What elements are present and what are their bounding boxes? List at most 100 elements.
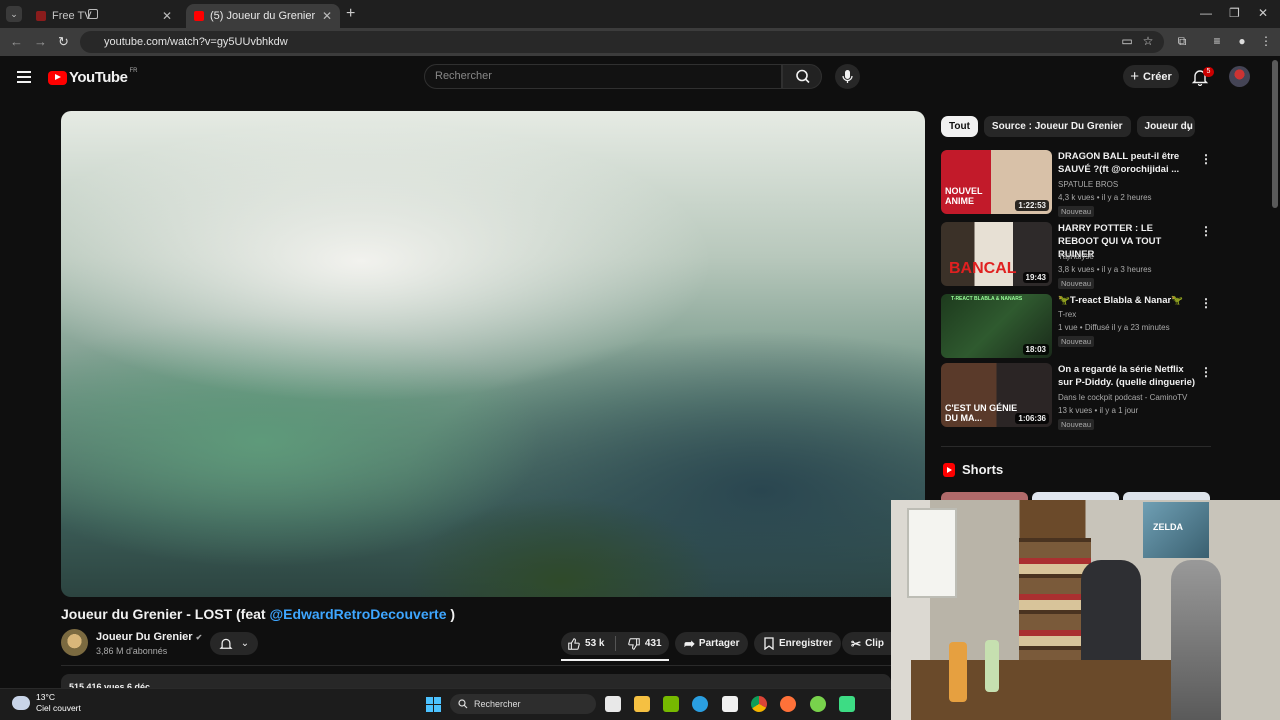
account-avatar[interactable] [1229, 66, 1250, 87]
channel-name[interactable]: SPATULE BROS [1058, 180, 1118, 189]
firefox-icon[interactable] [780, 696, 796, 712]
url-field[interactable]: youtube.com/watch?v=gy5UUvbhkdw [80, 31, 1164, 53]
search-input[interactable]: Rechercher [424, 64, 782, 89]
video-duration: 1:06:36 [1015, 413, 1049, 424]
nvidia-icon[interactable] [663, 696, 679, 712]
video-thumbnail[interactable]: C'EST UN GÉNIE DU MA... 1:06:36 [941, 363, 1052, 427]
video-title[interactable]: On a regardé la série Netflix sur P-Didd… [1058, 363, 1196, 389]
profile-icon[interactable]: ● [1235, 34, 1249, 48]
utorrent-icon[interactable] [810, 696, 826, 712]
clip-button[interactable]: ✂ Clip [842, 632, 891, 655]
like-button[interactable]: 53 k [561, 632, 611, 655]
close-tab-icon[interactable]: ✕ [322, 9, 332, 23]
weather-condition: Ciel couvert [36, 703, 81, 713]
logo-text: YouTube [69, 69, 128, 86]
chrome-icon[interactable] [751, 696, 767, 712]
search-icon [458, 699, 468, 709]
weather-widget[interactable]: 13°C Ciel couvert [12, 692, 81, 714]
bookmark-star-icon[interactable]: ☆ [1141, 34, 1155, 48]
verified-icon: ✔ [195, 633, 203, 642]
bottle [949, 642, 967, 702]
more-options-icon[interactable]: ⋮ [1200, 296, 1212, 310]
create-button[interactable]: + Créer [1123, 65, 1179, 88]
youtube-logo[interactable]: YouTube FR [48, 68, 137, 86]
channel-name[interactable]: Dans le cockpit podcast - CaminoTV [1058, 393, 1187, 402]
new-badge: Nouveau [1058, 419, 1095, 430]
chip-channel[interactable]: Joueur du G [1136, 116, 1195, 137]
recommendation-item[interactable]: NOUVEL ANIME 1:22:53 DRAGON BALL peut-il… [941, 150, 1212, 217]
recommendation-item[interactable]: BANCAL 19:43 HARRY POTTER : LE REBOOT QU… [941, 222, 1212, 289]
new-tab-icon[interactable]: + [346, 5, 355, 23]
channel-name[interactable]: T-rex [1058, 310, 1076, 319]
channel-name[interactable]: Joueur Du Grenier ✔ [96, 631, 202, 643]
video-duration: 18:03 [1022, 344, 1049, 355]
chip-source[interactable]: Source : Joueur Du Grenier [983, 116, 1131, 137]
close-tab-icon[interactable]: ✕ [162, 9, 172, 23]
tab-search-icon[interactable]: ⌄ [6, 6, 22, 22]
video-thumbnail[interactable]: NOUVEL ANIME 1:22:53 [941, 150, 1052, 214]
search-button[interactable] [782, 64, 822, 89]
chevron-down-icon: ⌄ [240, 638, 250, 649]
edge-icon[interactable] [692, 696, 708, 712]
task-view-icon[interactable] [605, 696, 621, 712]
save-button[interactable]: Enregistrer [754, 632, 842, 655]
forward-icon[interactable]: → [34, 34, 47, 49]
browser-tab-free-tv[interactable]: Free TV ✕ [28, 4, 180, 28]
channel-avatar[interactable] [61, 629, 88, 656]
share-icon: ➦ [684, 635, 695, 651]
chip-all[interactable]: Tout [941, 116, 978, 137]
store-icon[interactable] [722, 696, 738, 712]
recommendation-item[interactable]: C'EST UN GÉNIE DU MA... 1:06:36 On a reg… [941, 363, 1212, 430]
cast-icon[interactable]: ▭ [1120, 34, 1134, 48]
video-title: Joueur du Grenier - LOST (feat @EdwardRe… [61, 606, 456, 622]
app-icon[interactable] [839, 696, 855, 712]
video-thumbnail[interactable]: BANCAL 19:43 [941, 222, 1052, 286]
browser-menu-icon[interactable]: ⋮ [1259, 34, 1273, 48]
video-title[interactable]: DRAGON BALL peut-il être SAUVÉ ?(ft @oro… [1058, 150, 1196, 176]
menu-icon[interactable] [17, 71, 31, 86]
back-icon[interactable]: ← [10, 34, 23, 49]
filter-chips: Tout Source : Joueur Du Grenier Joueur d… [941, 116, 1195, 137]
video-thumbnail[interactable]: T-REACT BLABLA & NANARS 18:03 [941, 294, 1052, 358]
file-explorer-icon[interactable] [634, 696, 650, 712]
dislike-count: 431 [644, 638, 662, 649]
like-divider [614, 636, 616, 651]
video-player[interactable] [61, 111, 925, 597]
plus-icon: + [1130, 68, 1139, 85]
taskbar-search[interactable]: Rechercher [450, 694, 596, 714]
browser-tab-youtube[interactable]: (5) Joueur du Grenier - LOST (fe ✕ [186, 4, 340, 28]
more-options-icon[interactable]: ⋮ [1200, 365, 1212, 379]
video-duration: 19:43 [1022, 272, 1049, 283]
shorts-label: Shorts [962, 462, 1004, 477]
extensions-icon[interactable]: ⧉ [1175, 34, 1189, 48]
video-meta: 1 vue • Diffusé il y a 23 minutes [1058, 323, 1170, 332]
voice-search-button[interactable] [835, 64, 860, 89]
more-options-icon[interactable]: ⋮ [1200, 152, 1212, 166]
page-scrollbar[interactable] [1272, 60, 1278, 208]
divider [61, 665, 891, 666]
thumbnail-text: BANCAL [949, 260, 1017, 277]
tab-title: Free TV [52, 10, 92, 22]
create-label: Créer [1143, 70, 1172, 83]
media-icon[interactable]: ≡ [1210, 34, 1224, 48]
address-bar-row: ← → ↻ youtube.com/watch?v=gy5UUvbhkdw [0, 28, 1280, 56]
chevron-right-icon[interactable]: › [1187, 121, 1191, 135]
recommendation-item[interactable]: T-REACT BLABLA & NANARS 18:03 🦖T-react B… [941, 294, 1212, 358]
minimize-icon[interactable]: — [1200, 6, 1212, 20]
search-icon [796, 69, 810, 84]
close-window-icon[interactable]: ✕ [1258, 6, 1268, 20]
reload-icon[interactable]: ↻ [58, 34, 69, 50]
maximize-icon[interactable]: ❐ [1229, 6, 1240, 20]
subscription-bell-button[interactable]: ⌄ [210, 632, 258, 655]
mic-icon [842, 70, 853, 83]
share-button[interactable]: ➦ Partager [675, 632, 749, 655]
channel-name[interactable]: Yajinalyse [1058, 252, 1094, 261]
like-underline [561, 659, 669, 661]
windows-start-icon[interactable] [426, 697, 441, 712]
site-info-icon[interactable] [88, 9, 98, 19]
video-title[interactable]: 🦖T-react Blabla & Nanar🦖 [1058, 294, 1196, 307]
dislike-button[interactable]: 431 [620, 632, 670, 655]
more-options-icon[interactable]: ⋮ [1200, 224, 1212, 238]
mention-link[interactable]: @EdwardRetroDecouverte [269, 606, 446, 622]
figure-statue [1171, 560, 1221, 720]
